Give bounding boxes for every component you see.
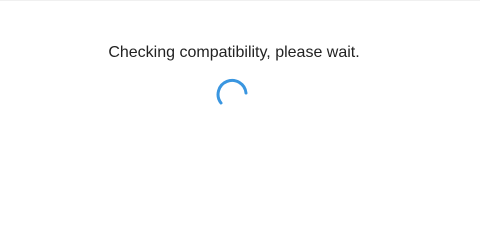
status-message: Checking compatibility, please wait.	[108, 44, 360, 61]
compatibility-check-dialog: Checking compatibility, please wait.	[0, 0, 480, 237]
loading-spinner-icon	[216, 78, 248, 105]
